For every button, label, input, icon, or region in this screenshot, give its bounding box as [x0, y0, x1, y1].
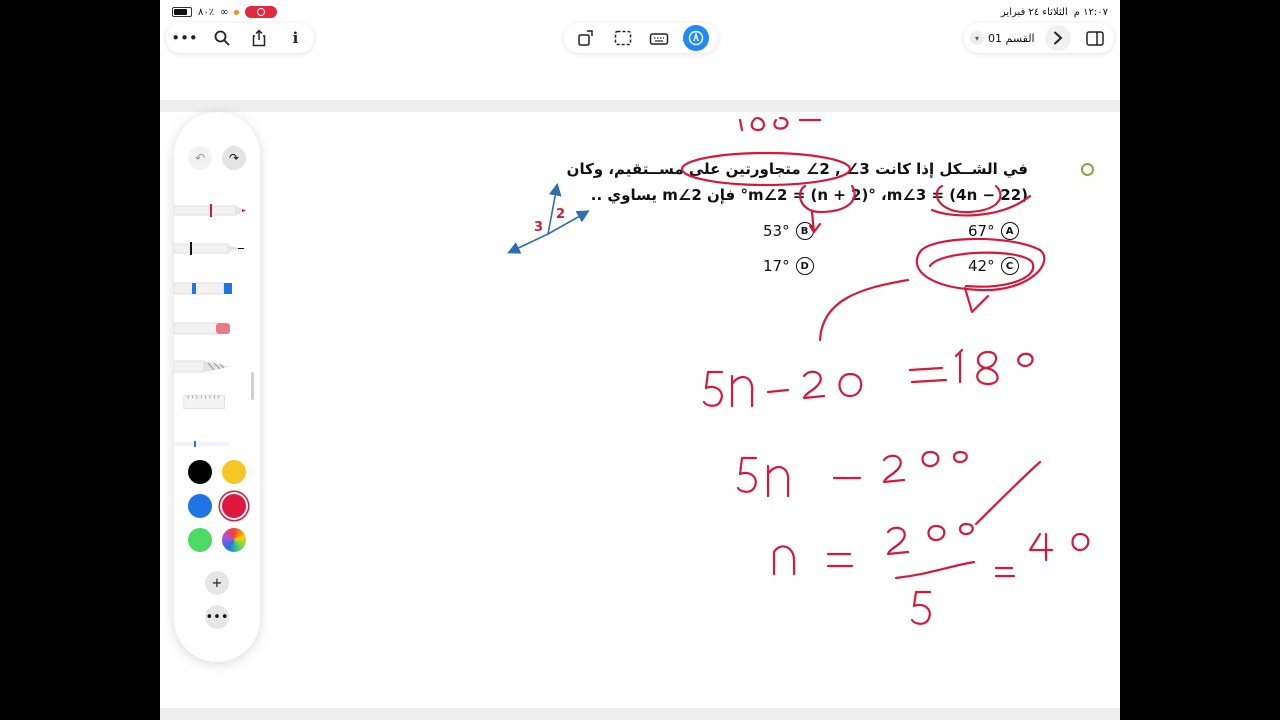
- question-line-2: m∠2 = (n + 2)° ،m∠3 = (4n − 22)° فإن m∠2…: [590, 186, 1028, 204]
- choice-d-value: 17°: [763, 257, 790, 275]
- status-date: الثلاثاء ٢٤ فبراير: [1000, 6, 1068, 18]
- eraser-tool-icon[interactable]: [174, 320, 246, 336]
- ink-swoosh: [818, 278, 910, 342]
- pen-tool-active-icon[interactable]: [682, 25, 709, 51]
- screen-recording-icon[interactable]: [245, 6, 278, 18]
- toolbar-right: ▾ القسم 01: [964, 23, 1114, 53]
- undo-icon[interactable]: ↶: [188, 146, 212, 170]
- ink-top-fragment: [738, 116, 822, 132]
- color-black-swatch[interactable]: [188, 460, 212, 484]
- color-red-swatch-selected[interactable]: [222, 494, 246, 518]
- page-separator-bottom: [160, 708, 1120, 720]
- more-tools-icon[interactable]: [174, 436, 246, 452]
- status-bar-left: ٨٠٪ ∞: [172, 4, 278, 20]
- tool-palette: ↶ ↷ + •••: [174, 112, 260, 662]
- palette-more-icon[interactable]: •••: [205, 605, 229, 629]
- fineliner-tool-icon[interactable]: [174, 240, 246, 256]
- choice-a-letter: A: [1000, 222, 1019, 240]
- ink-check: [974, 460, 1042, 526]
- status-time: ١٢:٠٧ م: [1073, 6, 1108, 18]
- lasso-select-icon[interactable]: [610, 25, 636, 51]
- status-bar-right: ١٢:٠٧ م الثلاثاء ٢٤ فبراير: [1001, 4, 1108, 20]
- angle-3-label: 3: [534, 220, 543, 235]
- more-icon[interactable]: •••: [171, 25, 198, 51]
- toolbar-left: ••• i: [166, 23, 314, 53]
- color-picker-swatch[interactable]: [222, 528, 246, 552]
- section-selector[interactable]: ▾ القسم 01: [970, 31, 1035, 45]
- choice-b-value: 53°: [763, 222, 790, 240]
- pen-tool-icon[interactable]: [174, 202, 246, 218]
- question-text: في الشــكل إذا كانت 3∠ , 2∠ متجاورتين عل…: [566, 156, 1028, 208]
- page-separator: [160, 100, 1120, 112]
- highlighter-tool-icon[interactable]: [174, 280, 246, 296]
- ink-5-a: [702, 370, 724, 407]
- sidebar-icon[interactable]: [1082, 25, 1108, 51]
- chevron-down-icon: ▾: [970, 31, 984, 45]
- redo-icon[interactable]: ↷: [222, 146, 246, 170]
- rotate-icon[interactable]: [573, 25, 599, 51]
- color-yellow-swatch[interactable]: [222, 460, 246, 484]
- ink-fraction-bar: [894, 560, 976, 580]
- add-color-icon[interactable]: +: [205, 571, 229, 595]
- choice-b-letter: B: [795, 222, 814, 240]
- choice-c-letter: C: [1000, 257, 1019, 275]
- choice-a-value: 67°: [968, 222, 995, 240]
- battery-icon: [172, 7, 192, 17]
- screen: ٨٠٪ ∞ ١٢:٠٧ م الثلاثاء ٢٤ فبراير ••• i ▾…: [160, 0, 1120, 720]
- ruler-tool-icon[interactable]: [174, 394, 246, 410]
- battery-label: ٨٠٪: [198, 6, 215, 18]
- choice-d[interactable]: 17° D: [763, 257, 814, 275]
- share-icon[interactable]: [246, 25, 272, 51]
- palette-scrollbar[interactable]: [251, 372, 254, 400]
- color-green-swatch[interactable]: [188, 528, 212, 552]
- question-line-1: في الشــكل إذا كانت 3∠ , 2∠ متجاورتين عل…: [566, 160, 1028, 178]
- search-icon[interactable]: [209, 25, 235, 51]
- mic-indicator-icon: [234, 9, 240, 15]
- section-label: القسم 01: [988, 31, 1035, 45]
- chevron-right-icon[interactable]: [1045, 25, 1072, 51]
- lasso-tool-icon[interactable]: [174, 358, 246, 374]
- choice-a[interactable]: 67° A: [968, 222, 1019, 240]
- link-icon: ∞: [220, 6, 229, 18]
- choice-c-value: 42°: [968, 257, 995, 275]
- keyboard-text-icon[interactable]: [646, 25, 672, 51]
- question-bullet: [1081, 163, 1094, 176]
- angle-figure: 3 2: [507, 182, 590, 254]
- info-icon[interactable]: i: [283, 25, 309, 51]
- choice-d-letter: D: [795, 257, 814, 275]
- color-blue-swatch[interactable]: [188, 494, 212, 518]
- toolbar-center: [564, 23, 718, 53]
- angle-2-label: 2: [556, 207, 565, 222]
- choice-b[interactable]: 53° B: [763, 222, 814, 240]
- choice-c[interactable]: 42° C: [968, 257, 1019, 275]
